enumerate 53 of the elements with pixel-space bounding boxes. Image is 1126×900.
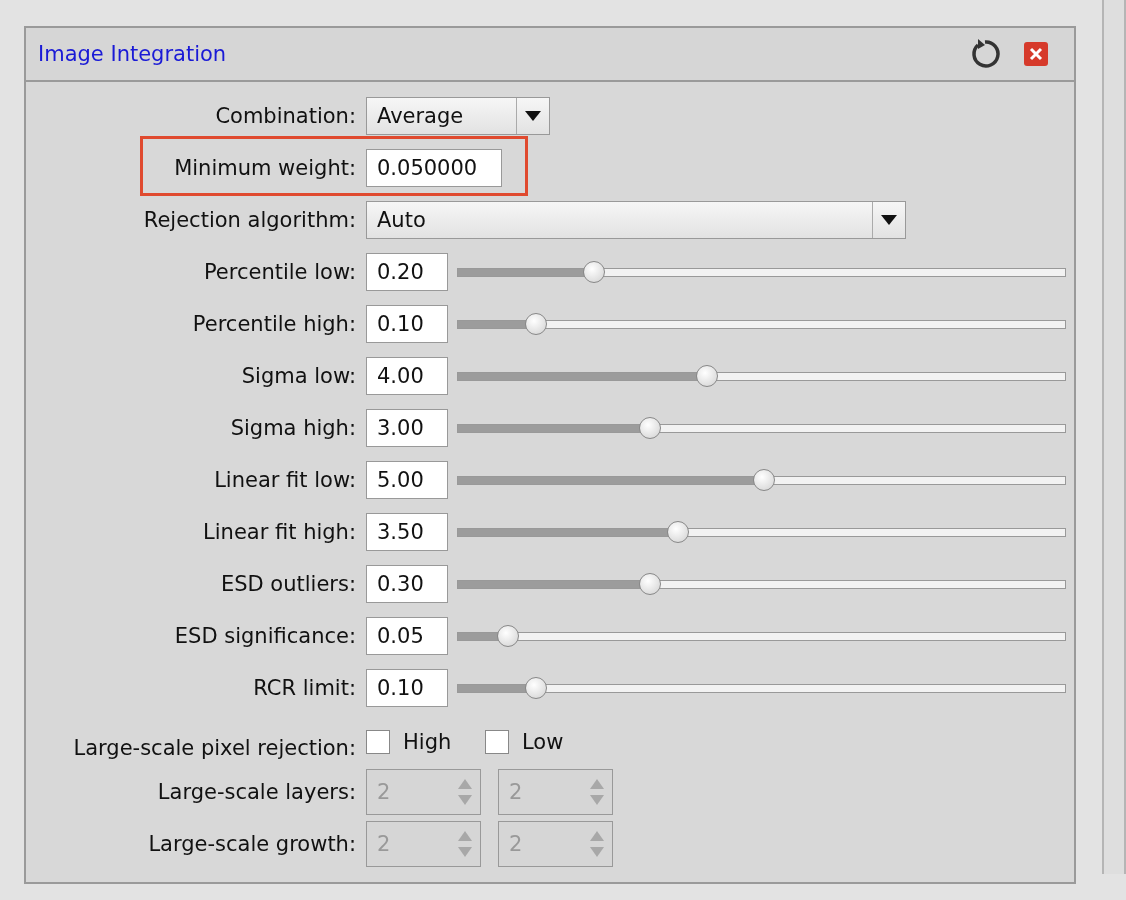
slider-thumb[interactable] (752, 469, 775, 491)
slider-track[interactable] (457, 364, 1066, 388)
checkbox-label[interactable]: Low (522, 730, 604, 754)
checkbox[interactable] (366, 730, 390, 754)
slider-track[interactable] (457, 312, 1066, 336)
slider-thumb[interactable] (667, 521, 690, 543)
slider-track[interactable] (457, 572, 1066, 596)
input-field[interactable]: 5.00 (366, 461, 448, 499)
input-field[interactable]: 3.00 (366, 409, 448, 447)
field-label: Linear fit high: (202, 520, 357, 544)
slider-thumb[interactable] (525, 313, 548, 335)
input-field[interactable]: 0.20 (366, 253, 448, 291)
caret-icon (881, 215, 897, 225)
slider-track[interactable] (457, 468, 1066, 492)
input-field[interactable]: 4.00 (366, 357, 448, 395)
field-label: Percentile low: (202, 260, 357, 284)
dropdown[interactable]: Auto (366, 201, 906, 239)
slider-track[interactable] (457, 624, 1066, 648)
slider-track[interactable] (457, 676, 1066, 700)
slider-thumb[interactable] (639, 417, 662, 439)
field-label: RCR limit: (252, 676, 357, 700)
field-label: ESD outliers: (219, 572, 357, 596)
slider-thumb[interactable] (695, 365, 718, 387)
field-label: Linear fit low: (213, 468, 357, 492)
checkbox[interactable] (485, 730, 509, 754)
slider-track[interactable] (457, 520, 1066, 544)
checkbox-label[interactable]: High (403, 730, 485, 754)
input-field[interactable]: 3.50 (366, 513, 448, 551)
slider-thumb[interactable] (525, 677, 548, 699)
dropdown[interactable]: Average (366, 97, 550, 135)
field-label: Minimum weight: (173, 156, 357, 180)
slider-thumb[interactable] (639, 573, 662, 595)
field-label: Large-scale growth: (147, 832, 357, 856)
close-icon[interactable] (1024, 42, 1049, 66)
slider-thumb[interactable] (497, 625, 520, 647)
input-field[interactable]: 0.10 (366, 305, 448, 343)
slider-track[interactable] (457, 260, 1066, 284)
field-label: Rejection algorithm: (142, 208, 357, 232)
field-label: Sigma low: (240, 364, 357, 388)
slider-thumb[interactable] (583, 261, 605, 283)
slider-track[interactable] (457, 416, 1066, 440)
input-field[interactable]: 0.05 (366, 617, 448, 655)
input-field[interactable]: 0.10 (366, 669, 448, 707)
window-title: Image Integration (38, 42, 228, 66)
field-label: Large-scale pixel rejection: (72, 736, 357, 760)
input-field[interactable]: 0.050000 (366, 149, 502, 187)
field-label: Combination: (214, 104, 357, 128)
field-label: Sigma high: (229, 416, 357, 440)
field-label: Large-scale layers: (156, 780, 357, 804)
field-label: Percentile high: (191, 312, 357, 336)
field-label: ESD significance: (173, 624, 357, 648)
input-field[interactable]: 0.30 (366, 565, 448, 603)
caret-icon (525, 111, 541, 121)
